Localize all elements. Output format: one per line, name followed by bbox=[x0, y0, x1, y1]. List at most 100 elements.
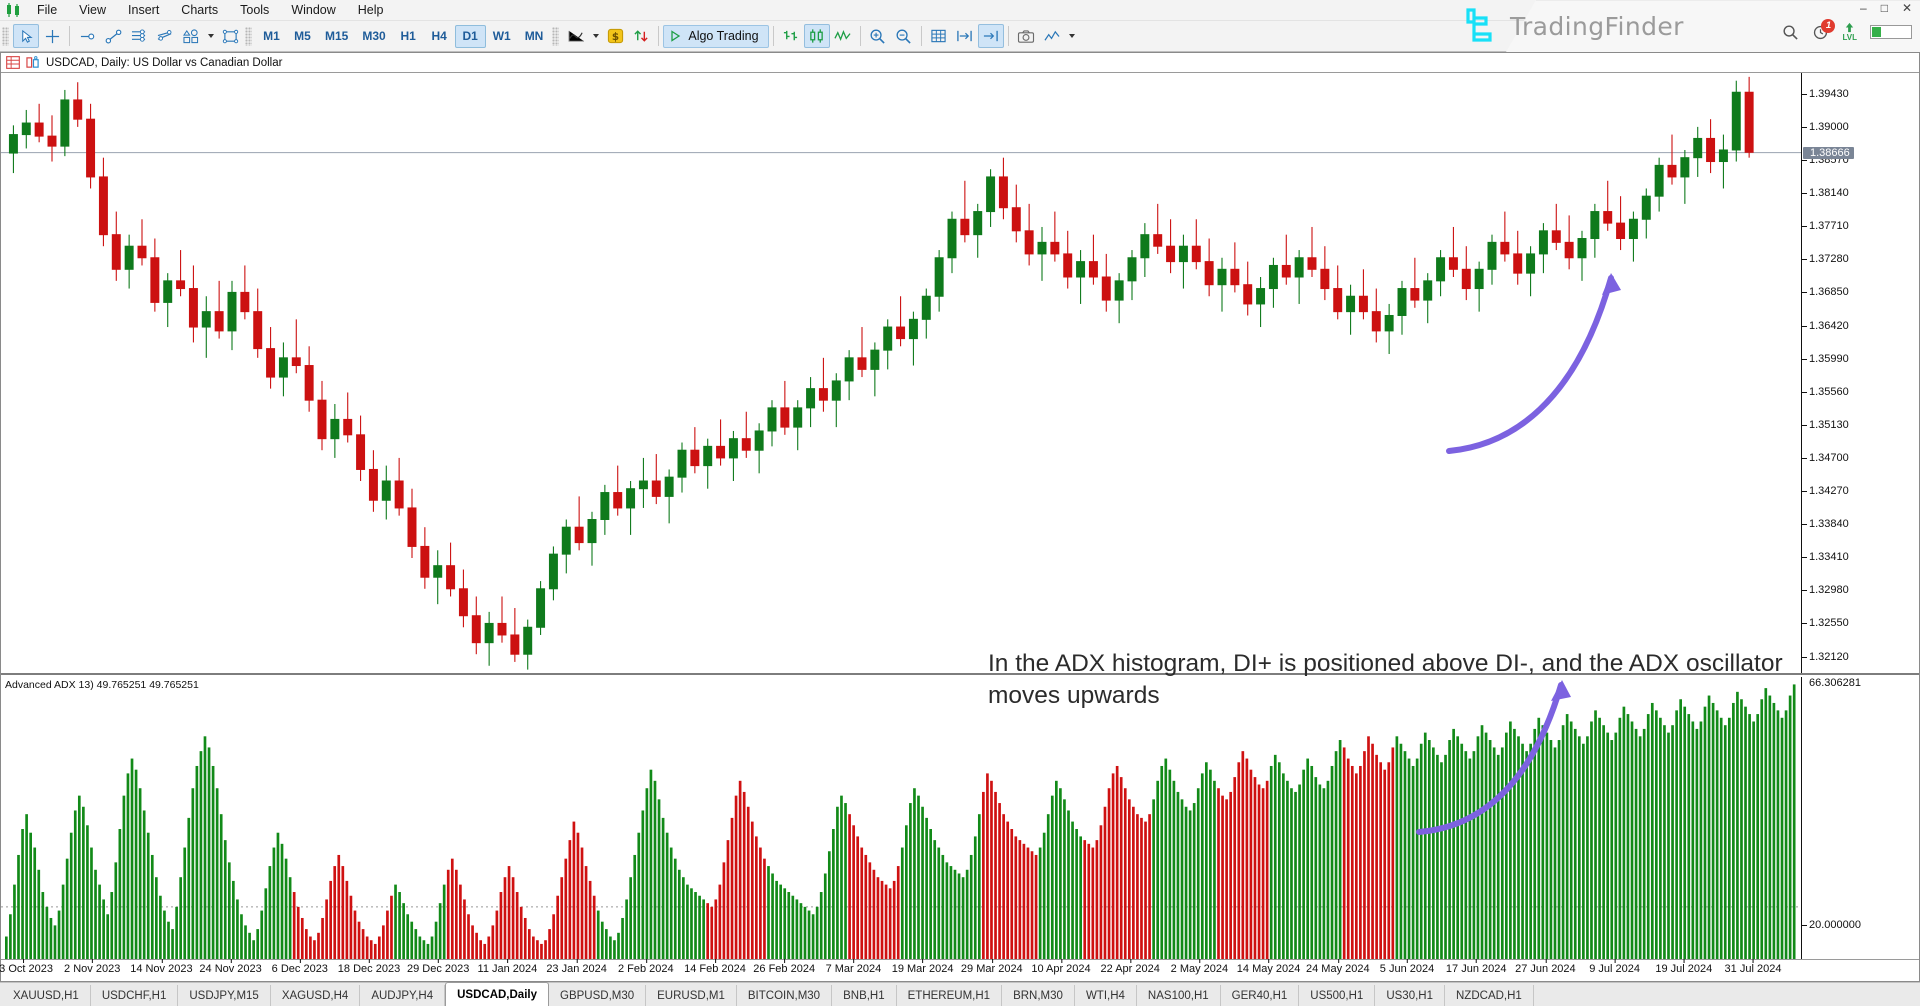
maximize-button[interactable]: □ bbox=[1881, 1, 1888, 15]
indicator-pane: Advanced ADX 13) 49.765251 49.765251 66.… bbox=[1, 677, 1919, 981]
chart-tab-nas100-h1[interactable]: NAS100,H1 bbox=[1137, 985, 1221, 1006]
toolbar-separator-6 bbox=[1007, 26, 1009, 46]
line-chart-icon[interactable] bbox=[563, 24, 589, 48]
chart-tab-ethereum-h1[interactable]: ETHEREUM,H1 bbox=[897, 985, 1003, 1006]
chart-tab-ger40-h1[interactable]: GER40,H1 bbox=[1221, 985, 1300, 1006]
timeframe-w1[interactable]: W1 bbox=[486, 25, 518, 48]
date-tick: 24 May 2024 bbox=[1305, 959, 1370, 975]
text-box-icon[interactable] bbox=[217, 24, 243, 48]
toolbar-grip-charts[interactable] bbox=[552, 26, 560, 46]
minimize-button[interactable]: – bbox=[1860, 1, 1867, 15]
indicators-dropdown-icon[interactable] bbox=[1065, 24, 1078, 48]
timeframe-m5[interactable]: M5 bbox=[287, 25, 318, 48]
timeframe-m30[interactable]: M30 bbox=[355, 25, 392, 48]
chart-tab-usdchf-h1[interactable]: USDCHF,H1 bbox=[91, 985, 179, 1006]
toolbar-grip-timeframes[interactable] bbox=[245, 26, 252, 46]
menu-charts[interactable]: Charts bbox=[170, 1, 229, 19]
connection-meter-icon[interactable] bbox=[1870, 25, 1912, 39]
time-axis[interactable]: 23 Oct 2023 2 Nov 2023 14 Nov 2023 24 Nov 2… bbox=[0, 959, 1919, 981]
menu-window[interactable]: Window bbox=[280, 1, 346, 19]
chart-tab-us500-h1[interactable]: US500,H1 bbox=[1299, 985, 1376, 1006]
channel-icon[interactable] bbox=[126, 24, 152, 48]
chart-tab-xagusd-h4[interactable]: XAGUSD,H4 bbox=[271, 985, 361, 1006]
current-price-label: 1.38666 bbox=[1803, 146, 1854, 159]
vertical-line-icon[interactable] bbox=[74, 24, 100, 48]
price-tick: 1.35560 bbox=[1802, 386, 1849, 398]
price-plot-area[interactable] bbox=[1, 73, 1801, 673]
date-tick: 11 Jan 2024 bbox=[477, 959, 538, 975]
dollar-icon[interactable]: $ bbox=[602, 24, 628, 48]
chart-shift-icon[interactable] bbox=[952, 24, 978, 48]
chart-grid-icon[interactable] bbox=[6, 56, 20, 69]
date-tick: 23 Oct 2023 bbox=[0, 959, 53, 975]
menu-insert[interactable]: Insert bbox=[117, 1, 170, 19]
chart-tab-brn-m30[interactable]: BRN,M30 bbox=[1002, 985, 1075, 1006]
chart-tab-bar: XAUUSD,H1 USDCHF,H1 USDJPY,M15 XAGUSD,H4 AUD… bbox=[0, 982, 1920, 1006]
chart-tab-usdjpy-m15[interactable]: USDJPY,M15 bbox=[178, 985, 271, 1006]
menu-help[interactable]: Help bbox=[347, 1, 395, 19]
bar-chart-icon[interactable] bbox=[778, 24, 804, 48]
indicator-axis[interactable]: 66.30628120.0000009.649671 bbox=[1801, 677, 1919, 981]
timeframe-m15[interactable]: M15 bbox=[318, 25, 355, 48]
price-tick: 1.35990 bbox=[1802, 353, 1849, 365]
chart-tab-usdcad-daily[interactable]: USDCAD,Daily bbox=[445, 982, 549, 1006]
chart-tab-gbpusd-m30[interactable]: GBPUSD,M30 bbox=[549, 985, 647, 1006]
price-tick: 1.34700 bbox=[1802, 452, 1849, 464]
menu-view[interactable]: View bbox=[68, 1, 117, 19]
cursor-arrow-icon[interactable] bbox=[13, 24, 39, 48]
chart-tab-wti-h4[interactable]: WTI,H4 bbox=[1075, 985, 1137, 1006]
menu-tools[interactable]: Tools bbox=[229, 1, 280, 19]
notifications-badge: 1 bbox=[1821, 18, 1836, 33]
shapes-icon[interactable] bbox=[178, 24, 204, 48]
timeframe-mn[interactable]: MN bbox=[518, 25, 551, 48]
toolbar-separator-5 bbox=[920, 26, 922, 46]
signal-up-icon[interactable]: LVL bbox=[1842, 22, 1857, 42]
timeframe-h1[interactable]: H1 bbox=[393, 25, 424, 48]
grid-icon[interactable] bbox=[926, 24, 952, 48]
chart-tab-bitcoin-m30[interactable]: BITCOIN,M30 bbox=[737, 985, 833, 1006]
notifications-icon[interactable]: 1 bbox=[1812, 18, 1836, 41]
chart-tab-bnb-h1[interactable]: BNB,H1 bbox=[832, 985, 897, 1006]
metatrader-logo-icon bbox=[0, 3, 26, 17]
search-icon[interactable] bbox=[1782, 24, 1799, 41]
date-tick: 14 Feb 2024 bbox=[684, 959, 746, 975]
date-tick: 27 Jun 2024 bbox=[1515, 959, 1576, 975]
date-tick: 2 Nov 2023 bbox=[64, 959, 121, 975]
algo-trading-button[interactable]: Algo Trading bbox=[663, 24, 769, 48]
fibonacci-icon[interactable] bbox=[152, 24, 178, 48]
trendline-icon[interactable] bbox=[100, 24, 126, 48]
zoom-out-icon[interactable] bbox=[891, 24, 917, 48]
price-axis[interactable]: 1.39430 1.39000 1.38570 1.38140 1.37710 1.372… bbox=[1801, 73, 1919, 673]
window-controls: – □ ✕ bbox=[1860, 1, 1912, 15]
price-tick: 1.36420 bbox=[1802, 320, 1849, 332]
close-button[interactable]: ✕ bbox=[1902, 1, 1912, 15]
zoom-in-icon[interactable] bbox=[865, 24, 891, 48]
date-tick: 26 Feb 2024 bbox=[753, 959, 816, 975]
timeframe-h4[interactable]: H4 bbox=[424, 25, 455, 48]
indicators-icon[interactable] bbox=[1039, 24, 1065, 48]
chart-tab-audjpy-h4[interactable]: AUDJPY,H4 bbox=[360, 985, 446, 1006]
chart-tab-eurusd-m1[interactable]: EURUSD,M1 bbox=[646, 985, 737, 1006]
shapes-dropdown-icon[interactable] bbox=[204, 24, 217, 48]
chart-window: USDCAD, Daily: US Dollar vs Canadian Dol… bbox=[0, 52, 1920, 982]
menu-file[interactable]: File bbox=[26, 1, 68, 19]
chart-type-dropdown-icon[interactable] bbox=[589, 24, 602, 48]
toolbar-grip[interactable] bbox=[2, 26, 9, 46]
line-graph-icon[interactable] bbox=[830, 24, 856, 48]
camera-icon[interactable] bbox=[1013, 24, 1039, 48]
chart-tab-us30-h1[interactable]: US30,H1 bbox=[1375, 985, 1445, 1006]
date-tick: 22 Apr 2024 bbox=[1100, 959, 1160, 975]
timeframe-d1[interactable]: D1 bbox=[454, 24, 486, 48]
toolbar-separator-4 bbox=[859, 26, 861, 46]
indicator-plot-area[interactable] bbox=[1, 677, 1801, 959]
chart-tab-nzdcad-h1[interactable]: NZDCAD,H1 bbox=[1445, 985, 1534, 1006]
toolbar-separator-3 bbox=[772, 26, 774, 46]
chart-properties-icon[interactable] bbox=[26, 56, 40, 69]
auto-scroll-icon[interactable] bbox=[977, 24, 1004, 48]
buy-sell-arrows-icon[interactable] bbox=[628, 24, 654, 48]
timeframe-m1[interactable]: M1 bbox=[256, 25, 287, 48]
crosshair-icon[interactable] bbox=[39, 24, 65, 48]
date-tick: 14 Nov 2023 bbox=[130, 959, 193, 975]
chart-tab-xauusd-h1[interactable]: XAUUSD,H1 bbox=[2, 985, 91, 1006]
candlestick-chart-icon[interactable] bbox=[803, 24, 830, 48]
